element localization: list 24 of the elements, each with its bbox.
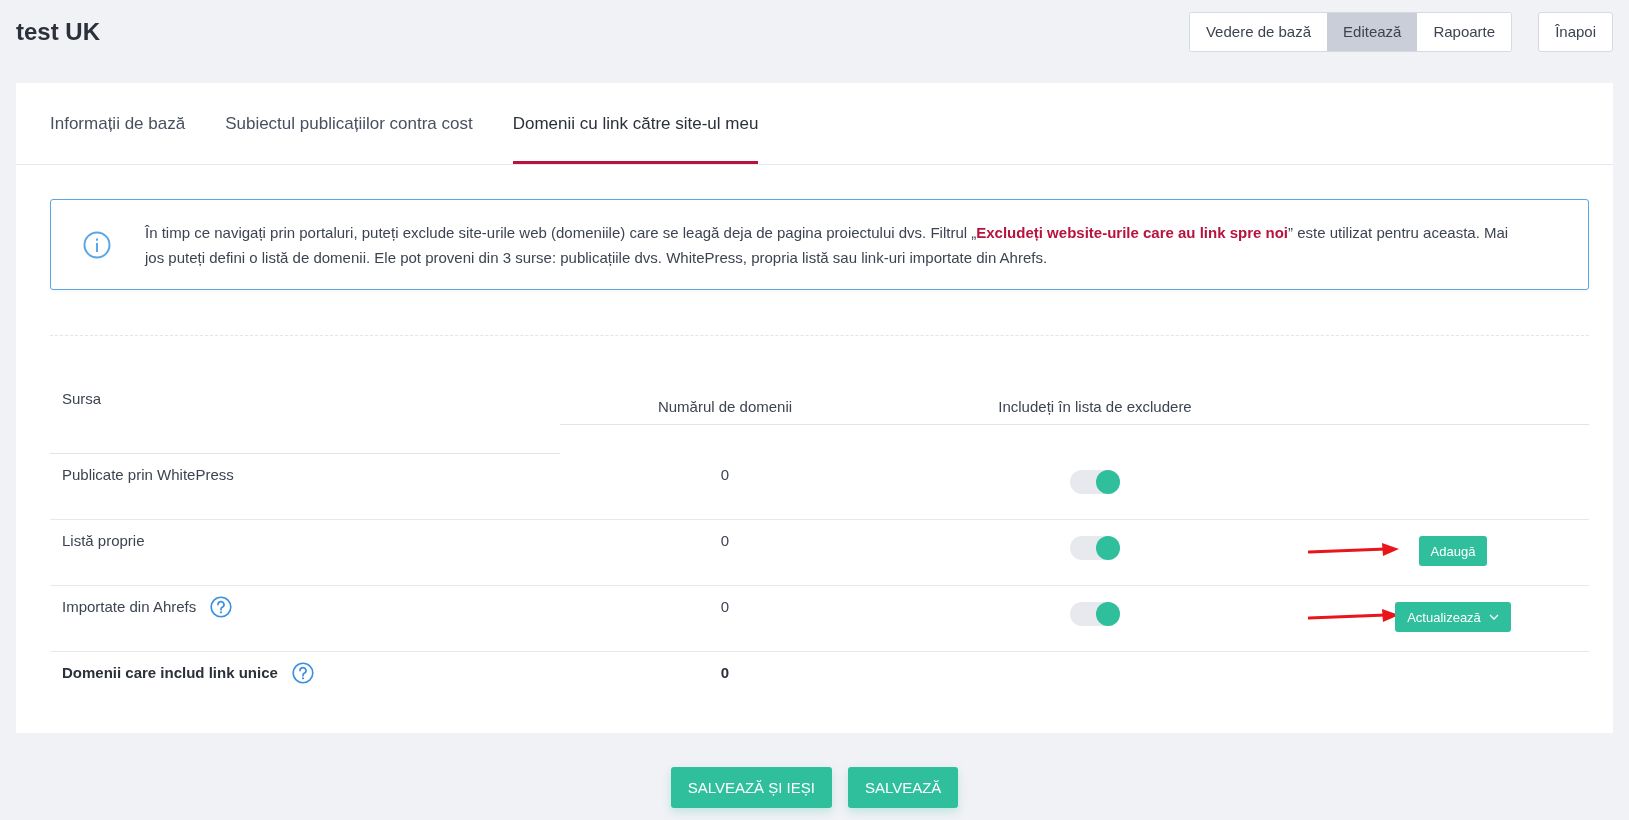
column-header: Includeți în lista de excludere (998, 397, 1192, 415)
domain-count: 0 (720, 531, 730, 551)
tab[interactable]: Subiectul publicațiilor contra cost (225, 83, 473, 164)
tab[interactable]: Informații de bază (50, 83, 186, 164)
column-header: Numărul de domenii (657, 397, 793, 415)
source-name: Listă proprie (62, 531, 145, 551)
help-icon[interactable] (210, 596, 233, 618)
page-title: test UK (16, 17, 100, 46)
total-count: 0 (720, 663, 730, 683)
source-name: Publicate prin WhitePress (62, 465, 234, 485)
source-name: Importate din Ahrefs (62, 597, 197, 617)
domain-count: 0 (720, 597, 730, 617)
domain-count: 0 (720, 465, 730, 485)
toggle-switch[interactable] (1070, 602, 1120, 626)
total-label: Domenii care includ link unice (62, 663, 278, 683)
back-button[interactable]: Înapoi (1538, 11, 1613, 52)
view-switch-button[interactable]: Editează (1327, 12, 1418, 51)
tab[interactable]: Domenii cu link către site-ul meu (512, 83, 759, 164)
toggle-switch[interactable] (1070, 536, 1120, 560)
column-header: Sursa (62, 389, 102, 409)
info-icon (83, 230, 111, 259)
info-text: În timp ce navigați prin portaluri, puteți exclude site-urile web (domeniile) care se leagă deja de pagina proiectului dvs. Filtrul „Excludeți website-urile care au link spre noi” este utilizat pentru aceasta. Mai jos puteți defini o listă de domenii. Ele pot proveni din 3 surse: publicațiile dvs. WhitePress, propria listă sau link-uri importate din Ahrefs. (145, 222, 1510, 268)
toggle-switch[interactable] (1070, 470, 1120, 494)
help-icon[interactable] (291, 662, 314, 684)
